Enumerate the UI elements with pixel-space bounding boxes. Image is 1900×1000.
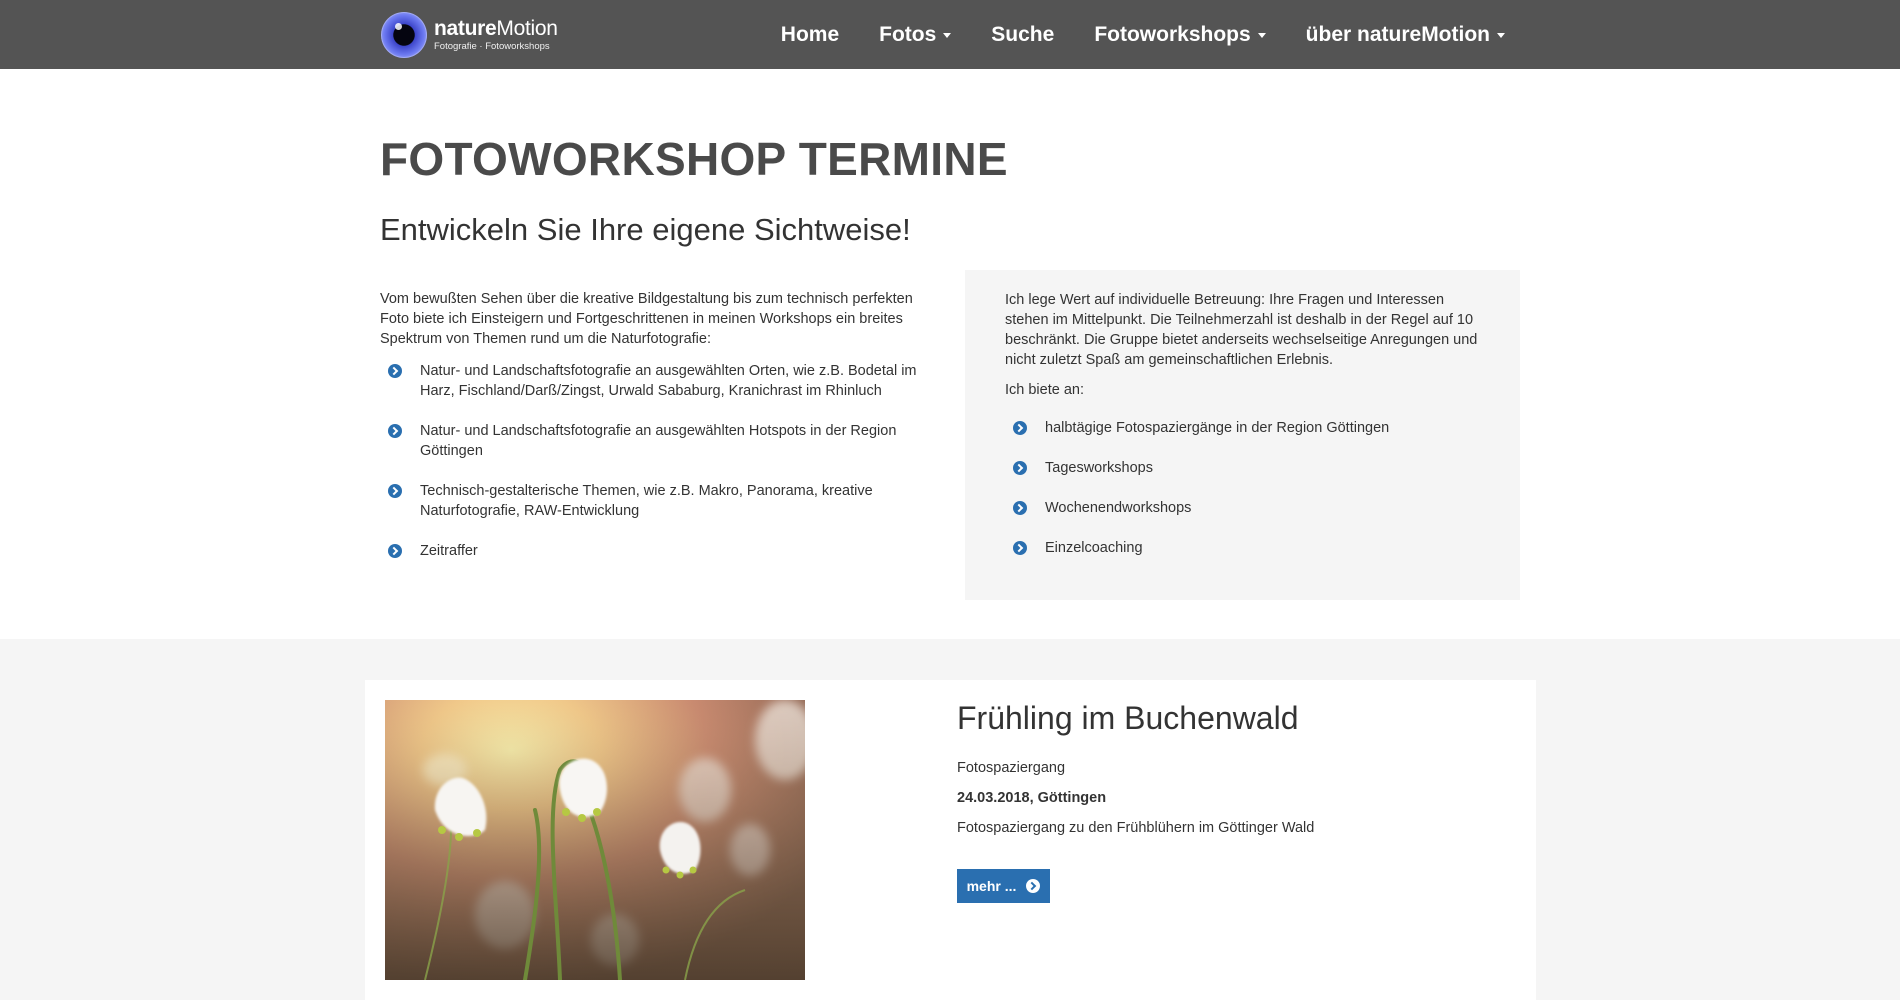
- event-description: Fotospaziergang zu den Frühblühern im Gö…: [957, 820, 1315, 836]
- brand-name: natureMotion: [434, 17, 558, 41]
- intro-left-column: Vom bewußten Sehen über die kreative Bil…: [380, 289, 940, 581]
- main-nav: Home Fotos Suche Fotoworkshops über natu…: [741, 0, 1505, 69]
- chevron-circle-right-icon: [388, 484, 402, 498]
- intro-paragraph: Vom bewußten Sehen über die kreative Bil…: [380, 291, 913, 347]
- chevron-circle-right-icon: [1013, 541, 1027, 555]
- chevron-circle-right-icon: [1013, 421, 1027, 435]
- caret-down-icon: [1257, 33, 1266, 38]
- offer-lead: Ich biete an:: [1005, 382, 1084, 398]
- caret-down-icon: [1497, 33, 1505, 38]
- intro-right-paragraph: Ich lege Wert auf individuelle Betreuung…: [1005, 292, 1478, 368]
- list-item: Tagesworkshops: [1005, 458, 1480, 478]
- chevron-circle-right-icon: [1013, 501, 1027, 515]
- topics-list: Natur- und Landschaftsfotografie an ausg…: [380, 361, 940, 561]
- event-title[interactable]: Frühling im Buchenwald: [957, 700, 1299, 737]
- caret-down-icon: [943, 33, 952, 38]
- event-photo-snowflake-flowers[interactable]: [385, 700, 805, 980]
- list-item: Einzelcoaching: [1005, 538, 1480, 558]
- chevron-circle-right-icon: [388, 364, 402, 378]
- more-button-label: mehr ...: [966, 878, 1017, 894]
- event-date-place: 24.03.2018, Göttingen: [957, 790, 1107, 806]
- brand-text: natureMotion Fotografie · Fotoworkshops: [434, 18, 558, 52]
- event-type: Fotospaziergang: [957, 760, 1066, 776]
- nav-item-home[interactable]: Home: [781, 23, 839, 47]
- chevron-circle-right-icon: [388, 424, 402, 438]
- page-title: FOTOWORKSHOP TERMINE: [380, 133, 1008, 185]
- top-navbar: natureMotion Fotografie · Fotoworkshops …: [0, 0, 1900, 69]
- offer-list: halbtägige Fotospaziergänge in der Regio…: [1005, 418, 1480, 558]
- nav-item-ueber-naturemotion[interactable]: über natureMotion: [1306, 23, 1505, 47]
- page-subtitle: Entwickeln Sie Ihre eigene Sichtweise!: [380, 212, 911, 247]
- brand-logo-link[interactable]: natureMotion Fotografie · Fotoworkshops: [381, 10, 558, 60]
- nav-item-fotoworkshops[interactable]: Fotoworkshops: [1094, 23, 1266, 47]
- chevron-circle-right-icon: [388, 544, 402, 558]
- brand-tagline: Fotografie · Fotoworkshops: [434, 41, 550, 53]
- list-item: Wochenendworkshops: [1005, 498, 1480, 518]
- more-button[interactable]: mehr ...: [957, 869, 1050, 903]
- nav-item-suche[interactable]: Suche: [991, 23, 1054, 47]
- list-item: Natur- und Landschaftsfotografie an ausg…: [380, 361, 940, 401]
- chevron-circle-right-icon: [1013, 461, 1027, 475]
- eye-lens-icon: [381, 12, 427, 58]
- chevron-circle-right-icon: [1026, 879, 1041, 893]
- list-item: halbtägige Fotospaziergänge in der Regio…: [1005, 418, 1480, 438]
- list-item: Technisch-gestalterische Themen, wie z.B…: [380, 481, 940, 521]
- list-item: Zeitraffer: [380, 541, 940, 561]
- intro-right-panel: Ich lege Wert auf individuelle Betreuung…: [965, 270, 1520, 600]
- list-item: Natur- und Landschaftsfotografie an ausg…: [380, 421, 940, 461]
- nav-item-fotos[interactable]: Fotos: [879, 23, 952, 47]
